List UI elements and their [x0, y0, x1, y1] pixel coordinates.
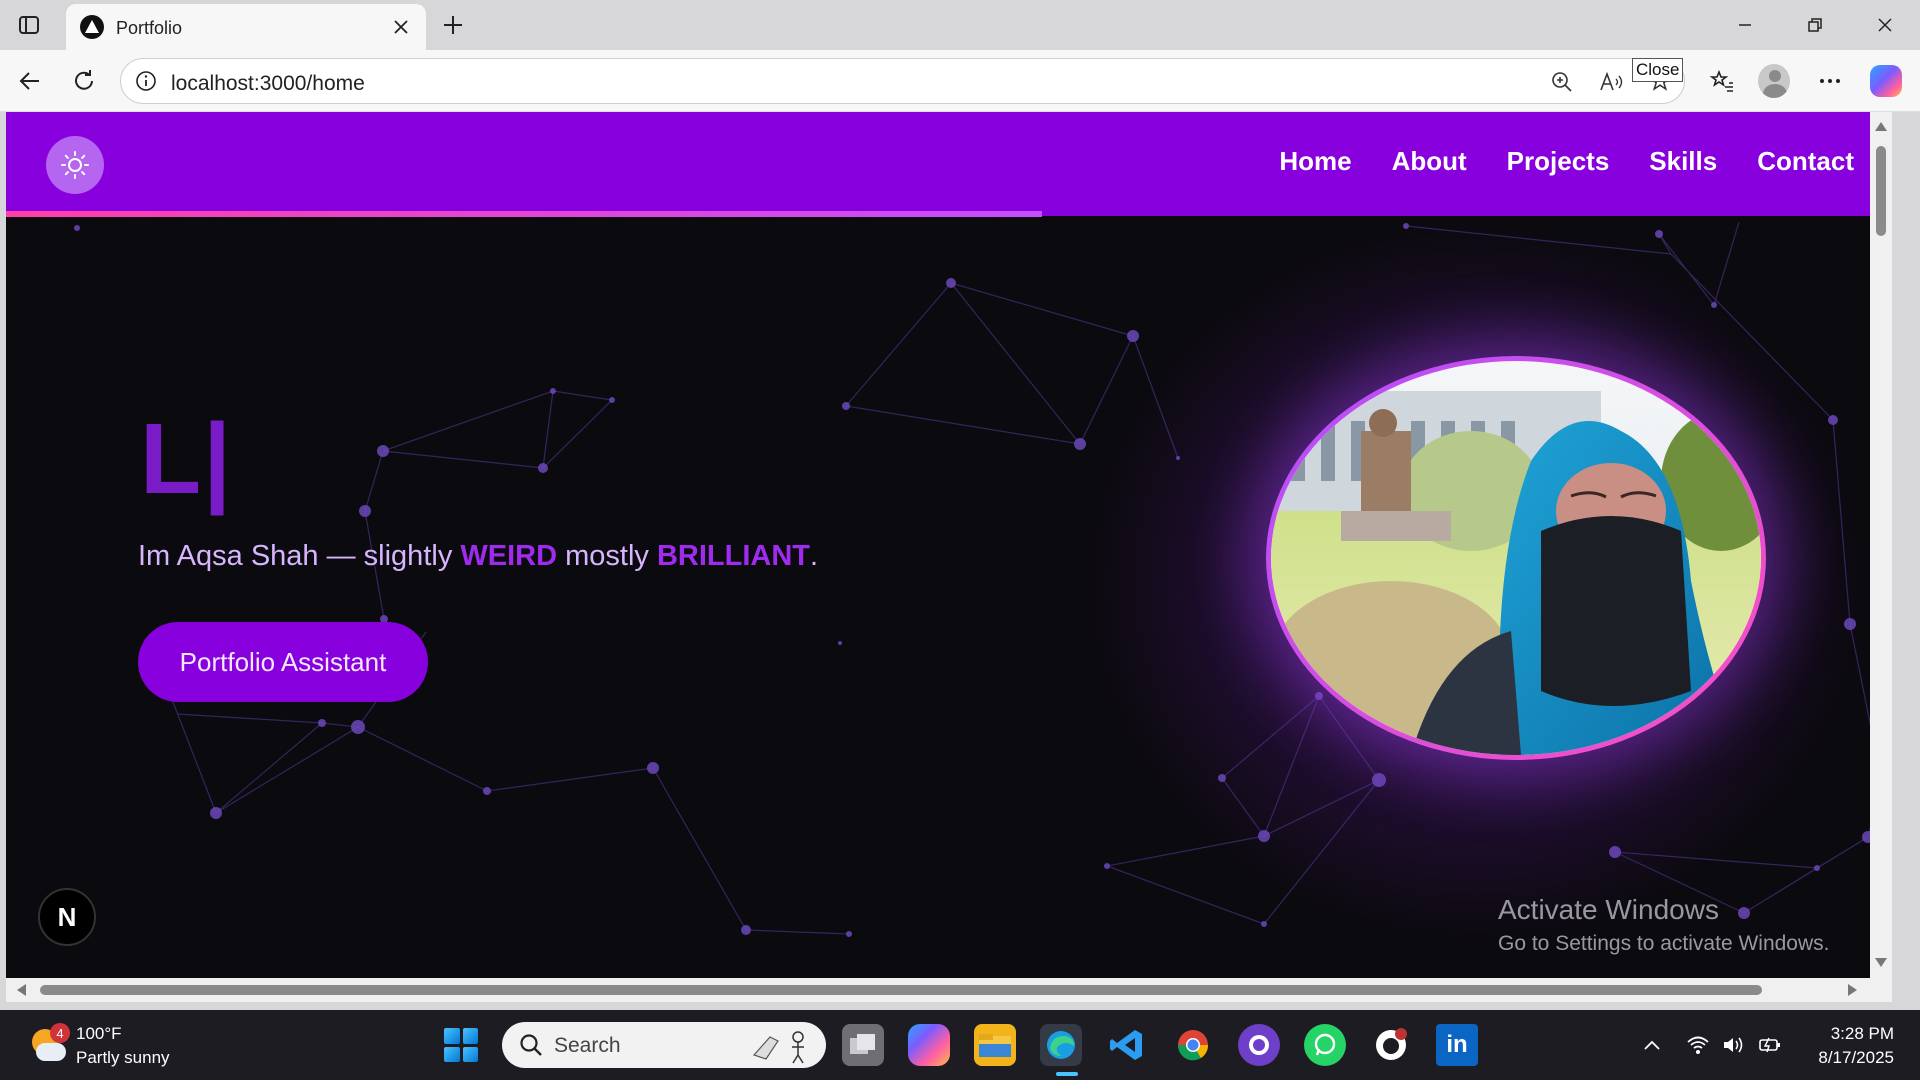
search-icon [520, 1034, 542, 1056]
profile-photo [1271, 361, 1761, 755]
scroll-progress-bar [6, 211, 1042, 217]
back-icon[interactable] [14, 65, 46, 97]
refresh-icon[interactable] [68, 65, 100, 97]
url-text[interactable]: localhost:3000/home [171, 72, 365, 96]
task-view-icon[interactable] [842, 1024, 884, 1066]
search-placeholder: Search [554, 1034, 621, 1057]
horizontal-scroll-thumb[interactable] [40, 985, 1762, 995]
edge-active-indicator [1056, 1072, 1078, 1076]
vertical-scroll-thumb[interactable] [1876, 146, 1886, 236]
theme-toggle-sun-icon[interactable] [46, 136, 104, 194]
favorites-icon[interactable] [1706, 65, 1738, 97]
close-tab-icon[interactable] [390, 16, 412, 38]
copilot-icon[interactable] [1870, 65, 1902, 97]
tagline-weird: WEIRD [460, 540, 558, 572]
volume-icon[interactable] [1722, 1034, 1746, 1056]
typing-headline: L| [140, 403, 234, 515]
taskbar-search[interactable]: Search [502, 1022, 826, 1068]
minimize-icon[interactable] [1710, 0, 1780, 50]
browser-tab-bar: Portfolio [0, 0, 1920, 50]
site-info-icon[interactable] [135, 70, 157, 92]
battery-icon[interactable] [1758, 1034, 1782, 1056]
weather-temp: 100°F [76, 1024, 122, 1043]
hero-tagline: Im Aqsa Shah — slightly WEIRD mostly BRI… [138, 540, 818, 573]
url-bar[interactable]: localhost:3000/home [120, 58, 1685, 104]
wifi-icon[interactable] [1686, 1034, 1710, 1056]
scroll-up-icon[interactable] [1870, 118, 1892, 138]
whatsapp-icon[interactable] [1304, 1024, 1346, 1066]
linkedin-icon[interactable]: in [1436, 1024, 1478, 1066]
nav-home[interactable]: Home [1279, 146, 1351, 177]
partly-sunny-icon: 4 [28, 1023, 70, 1065]
clock-date: 8/17/2025 [1818, 1048, 1894, 1067]
nextjs-favicon-icon [80, 15, 104, 39]
activate-windows-watermark: Activate Windows Go to Settings to activ… [1498, 894, 1830, 956]
window-controls [1710, 0, 1920, 50]
github-icon[interactable] [1370, 1024, 1412, 1066]
weather-widget[interactable]: 4 100°F Partly sunny [28, 1022, 170, 1070]
watermark-subtitle: Go to Settings to activate Windows. [1498, 932, 1830, 955]
chrome-icon[interactable] [1172, 1024, 1214, 1066]
copilot-taskbar-icon[interactable] [908, 1024, 950, 1066]
windows-taskbar: 4 100°F Partly sunny Search in 3:28 PM 8… [0, 1010, 1920, 1080]
portfolio-assistant-button[interactable]: Portfolio Assistant [138, 622, 428, 702]
tab-title: Portfolio [116, 18, 183, 38]
scroll-down-icon[interactable] [1870, 952, 1892, 972]
edge-browser-icon[interactable] [1040, 1024, 1082, 1066]
nav-links: Home About Projects Skills Contact [1279, 146, 1854, 177]
vertical-scrollbar[interactable] [1870, 112, 1892, 978]
tab-actions-icon[interactable] [16, 12, 42, 38]
restore-icon[interactable] [1780, 0, 1850, 50]
profile-avatar-icon[interactable] [1758, 64, 1790, 98]
more-menu-icon[interactable] [1814, 65, 1846, 97]
zoom-icon[interactable] [1549, 69, 1575, 95]
weather-desc: Partly sunny [76, 1048, 170, 1067]
profile-photo-frame [1266, 356, 1766, 760]
tab-portfolio[interactable]: Portfolio [66, 4, 426, 50]
tagline-middle: mostly [557, 540, 657, 572]
search-highlight-icon [752, 1031, 804, 1064]
scroll-right-icon[interactable] [1842, 978, 1862, 1002]
file-explorer-icon[interactable] [974, 1024, 1016, 1066]
clock-time: 3:28 PM [1830, 1024, 1894, 1043]
nav-projects[interactable]: Projects [1507, 146, 1610, 177]
system-clock[interactable]: 3:28 PM 8/17/2025 [1806, 1022, 1894, 1070]
page-viewport: Home About Projects Skills Contact L| Im… [6, 112, 1892, 978]
tagline-brilliant: BRILLIANT [656, 540, 810, 572]
nav-about[interactable]: About [1392, 146, 1467, 177]
tagline-suffix: . [809, 540, 819, 572]
nav-skills[interactable]: Skills [1649, 146, 1717, 177]
watermark-title: Activate Windows [1498, 894, 1719, 925]
close-window-icon[interactable] [1850, 0, 1920, 50]
read-aloud-icon[interactable] [1599, 69, 1625, 95]
scroll-left-icon[interactable] [12, 978, 32, 1002]
new-tab-icon[interactable] [440, 12, 466, 38]
show-hidden-icons-chevron-icon[interactable] [1640, 1034, 1664, 1056]
tagline-prefix: Im Aqsa Shah — slightly [138, 540, 461, 572]
github-desktop-icon[interactable] [1238, 1024, 1280, 1066]
nav-contact[interactable]: Contact [1757, 146, 1854, 177]
vscode-icon[interactable] [1106, 1024, 1148, 1066]
weather-badge: 4 [50, 1023, 70, 1043]
nextjs-dev-badge[interactable]: N [38, 888, 96, 946]
site-navbar: Home About Projects Skills Contact [6, 112, 1892, 217]
horizontal-scrollbar[interactable] [6, 978, 1892, 1002]
tooltip-close: Close [1632, 58, 1684, 82]
start-button-icon[interactable] [444, 1028, 478, 1062]
